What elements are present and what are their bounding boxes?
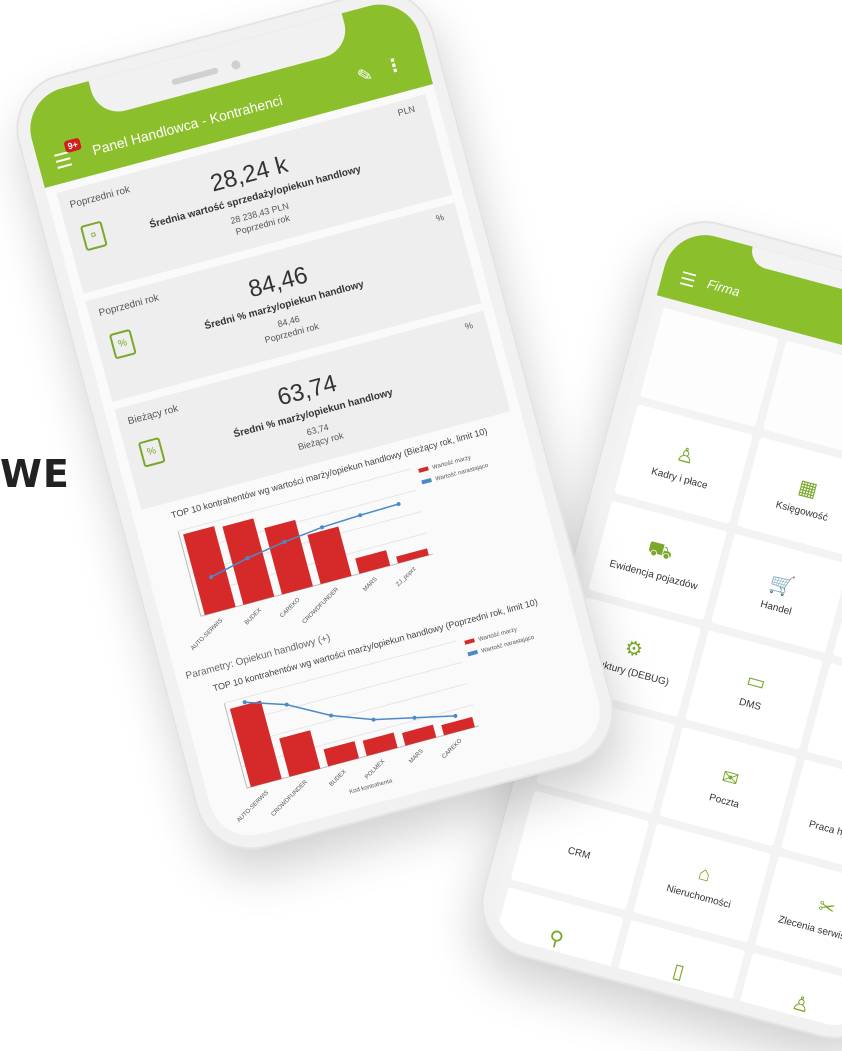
rental-icon: ⚲ xyxy=(546,926,566,952)
module-tile[interactable]: ⚲ Wypożyczenia xyxy=(485,887,624,1007)
x-tick-label: MARS xyxy=(408,748,425,765)
x-tick-label: CAREKO xyxy=(279,597,301,619)
notebook-icon: ▯ xyxy=(670,959,687,984)
x-tick-label: MARS xyxy=(362,576,379,593)
x-tick-label: CROWDFUNDER xyxy=(271,779,310,818)
bar[interactable] xyxy=(401,724,437,746)
line-point[interactable] xyxy=(284,702,289,707)
module-tile-label: Handel xyxy=(759,598,793,618)
member-icon: ♙ xyxy=(789,991,813,1018)
house-icon: ⌂ xyxy=(695,862,714,887)
bar[interactable] xyxy=(229,700,282,788)
x-axis-label: Kod kontrahenta xyxy=(349,778,394,795)
x-tick-label: CAREKO xyxy=(441,738,463,760)
wrench-icon: ✂ xyxy=(815,895,838,921)
hamburger-icon[interactable]: ☰ xyxy=(678,268,699,291)
mail-icon: ✉ xyxy=(719,765,742,792)
module-tile[interactable]: ♙ Członkowie xyxy=(729,952,842,1035)
line-point[interactable] xyxy=(396,502,401,507)
bar[interactable] xyxy=(264,519,313,595)
empty-tile xyxy=(640,307,779,428)
x-tick-label: POLMEX xyxy=(364,759,386,781)
x-tick-label: BUDEX xyxy=(329,769,348,788)
car-icon: ⛟ xyxy=(645,536,676,565)
phone-notch xyxy=(748,246,842,324)
module-tile-label: Wypożyczenia xyxy=(517,948,583,976)
module-tile-label: Projekty xyxy=(653,984,692,1005)
bar[interactable] xyxy=(279,730,321,777)
module-tile-label: Praca hybrydowa xyxy=(807,818,842,850)
module-tile[interactable]: ⌂ Nieruchomości xyxy=(632,823,772,943)
calculator-icon: ▦ xyxy=(795,475,820,503)
phone-panel-screen: ☰ 9+ Panel Handlowca - Kontrahenci ✎ ⋮ P… xyxy=(20,0,610,845)
line-point[interactable] xyxy=(242,700,247,705)
module-tile-label: Członkowie xyxy=(768,1015,821,1035)
module-tile[interactable]: CRM xyxy=(510,790,650,911)
legend-swatch xyxy=(467,649,479,657)
x-tick-label: BUDEX xyxy=(244,608,263,627)
module-tile-label: CRM xyxy=(566,844,592,862)
module-tile[interactable]: ▭ DMS xyxy=(684,630,824,750)
module-tile-label: Kadry i płace xyxy=(650,466,709,492)
bar[interactable] xyxy=(441,716,475,736)
module-tile-label: Księgowość xyxy=(774,499,829,524)
cart-icon: 🛒 xyxy=(767,571,797,600)
wrench-icon[interactable]: ✎ xyxy=(355,64,375,88)
firma-title: Firma xyxy=(705,276,742,300)
module-tile-label: Poczta xyxy=(707,792,741,811)
module-tile[interactable]: ♙ Kadry i płace xyxy=(614,404,753,524)
card-unit: % xyxy=(463,320,475,332)
phone-notch xyxy=(88,13,352,118)
phone-panel: ☰ 9+ Panel Handlowca - Kontrahenci ✎ ⋮ P… xyxy=(3,0,627,863)
bar[interactable] xyxy=(396,548,429,564)
bar[interactable] xyxy=(323,741,360,767)
folder-icon: ▭ xyxy=(744,669,768,696)
module-tile[interactable]: ▯ Projekty xyxy=(607,919,746,1035)
line-point[interactable] xyxy=(358,513,363,518)
module-tile[interactable]: ✉ Poczta xyxy=(658,726,798,847)
x-tick-label: AUTO-SERWIS xyxy=(190,618,224,652)
module-tile[interactable]: ⛟ Ewidencja pojazdów xyxy=(588,500,727,621)
side-heading-fragment: WE xyxy=(0,452,70,496)
bar[interactable] xyxy=(307,526,352,585)
line-point[interactable] xyxy=(453,713,458,718)
legend-swatch xyxy=(421,477,432,485)
x-tick-label: CROWDFUNDER xyxy=(302,586,341,625)
module-tile-label: DMS xyxy=(737,696,763,714)
line-point[interactable] xyxy=(371,717,376,722)
x-tick-label: ZJ_poprz xyxy=(395,566,417,588)
line-point[interactable] xyxy=(412,715,417,720)
notification-badge[interactable]: 9+ xyxy=(63,137,83,154)
person-icon: ♙ xyxy=(673,443,697,470)
line-point[interactable] xyxy=(320,525,325,530)
module-tile-label: Nieruchomości xyxy=(665,883,732,911)
structure-icon: ⚙ xyxy=(622,636,646,663)
kebab-icon[interactable]: ⋮ xyxy=(383,54,406,79)
line-point[interactable] xyxy=(329,713,334,718)
x-tick-label: AUTO-SERWIS xyxy=(236,790,270,824)
legend-swatch xyxy=(464,638,475,645)
legend-swatch xyxy=(418,466,429,473)
card-unit: % xyxy=(434,211,446,224)
